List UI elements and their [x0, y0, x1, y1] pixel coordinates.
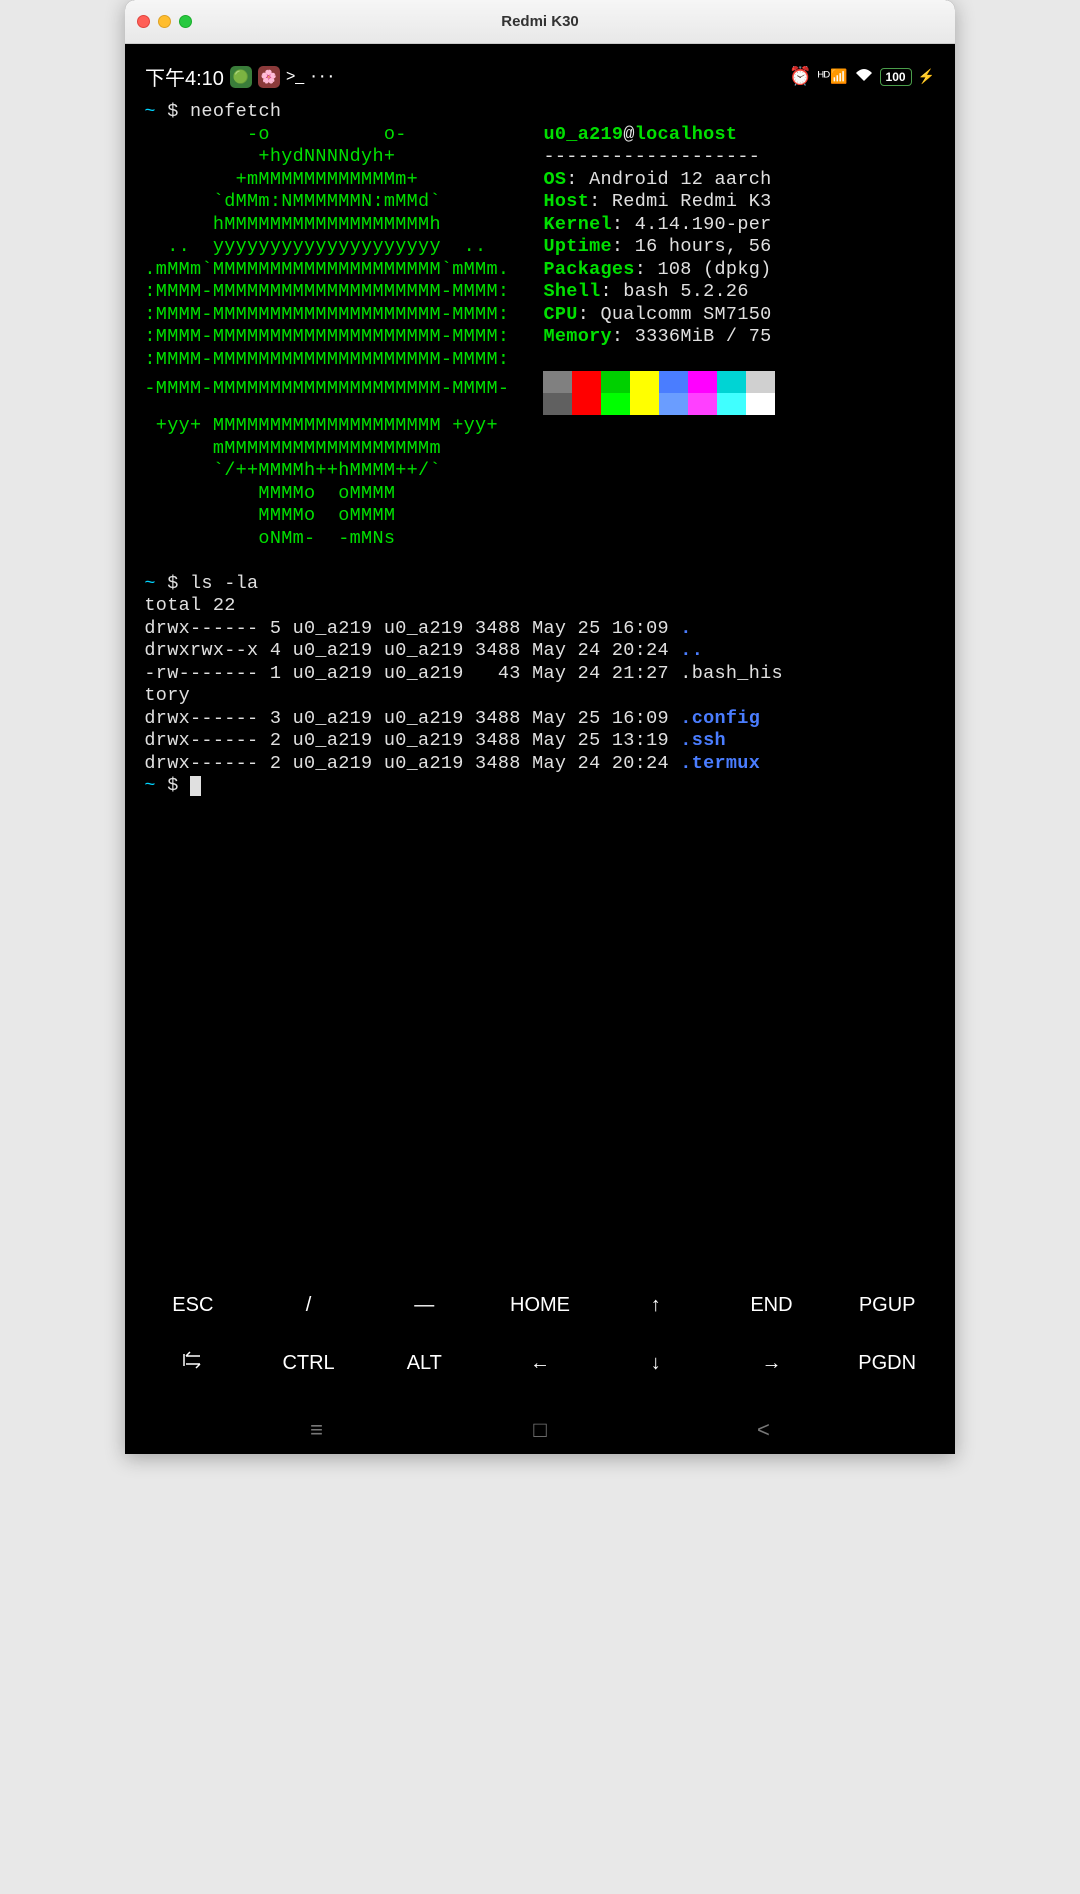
extra-key-esc[interactable]: ESC — [135, 1294, 251, 1317]
maximize-button[interactable] — [179, 15, 192, 28]
battery-icon: 100 — [880, 68, 912, 86]
extra-key-sym[interactable]: / — [251, 1294, 367, 1317]
close-button[interactable] — [137, 15, 150, 28]
extra-key-sym[interactable]: ↓ — [598, 1352, 714, 1375]
android-navbar: ≡ □ < — [125, 1406, 955, 1454]
termux-extra-keys: ESC/—HOME↑ENDPGUP CTRLALT←↓→PGDN — [125, 1270, 955, 1406]
phone-screen: 下午4:10 🟢 🌸 >_ ··· ⏰ ᴴᴰ📶 100 ⚡ ~ $ neofet… — [125, 44, 955, 1454]
extra-key-sym[interactable]: ← — [482, 1352, 598, 1375]
traffic-lights — [137, 15, 192, 28]
keys-row-2: CTRLALT←↓→PGDN — [135, 1334, 945, 1392]
status-right: ⏰ ᴴᴰ📶 100 ⚡ — [789, 66, 935, 87]
extra-key-ctrl[interactable]: CTRL — [251, 1352, 367, 1375]
status-left: 下午4:10 🟢 🌸 >_ ··· — [145, 62, 336, 91]
charging-icon: ⚡ — [918, 68, 935, 85]
back-button[interactable]: < — [757, 1417, 770, 1443]
window-title: Redmi K30 — [501, 13, 579, 30]
alarm-icon: ⏰ — [789, 66, 811, 87]
extra-key-end[interactable]: END — [714, 1294, 830, 1317]
android-statusbar: 下午4:10 🟢 🌸 >_ ··· ⏰ ᴴᴰ📶 100 ⚡ — [125, 44, 955, 99]
app-icon-2: 🌸 — [258, 66, 280, 88]
termux-icon: >_ — [286, 68, 304, 86]
extra-key-sym[interactable]: → — [714, 1352, 830, 1375]
recent-apps-button[interactable]: ≡ — [310, 1417, 323, 1443]
status-time: 下午4:10 — [145, 62, 224, 91]
extra-key-sym[interactable]: ↑ — [598, 1294, 714, 1317]
keys-row-1: ESC/—HOME↑ENDPGUP — [135, 1276, 945, 1334]
extra-key-sym[interactable] — [135, 1351, 251, 1375]
titlebar: Redmi K30 — [125, 0, 955, 44]
minimize-button[interactable] — [158, 15, 171, 28]
wifi-icon — [854, 67, 874, 86]
terminal-output[interactable]: ~ $ neofetch -o o- u0_a219@localhost +hy… — [125, 99, 955, 800]
extra-key-pgdn[interactable]: PGDN — [829, 1352, 945, 1375]
signal-icon: ᴴᴰ📶 — [818, 68, 848, 85]
extra-key-pgup[interactable]: PGUP — [829, 1294, 945, 1317]
extra-key-alt[interactable]: ALT — [366, 1352, 482, 1375]
home-button[interactable]: □ — [533, 1417, 546, 1443]
more-icon: ··· — [310, 65, 336, 88]
app-icon-1: 🟢 — [230, 66, 252, 88]
extra-key-sym[interactable]: — — [366, 1294, 482, 1317]
app-window: Redmi K30 下午4:10 🟢 🌸 >_ ··· ⏰ ᴴᴰ📶 100 ⚡ … — [125, 0, 955, 1454]
extra-key-home[interactable]: HOME — [482, 1294, 598, 1317]
